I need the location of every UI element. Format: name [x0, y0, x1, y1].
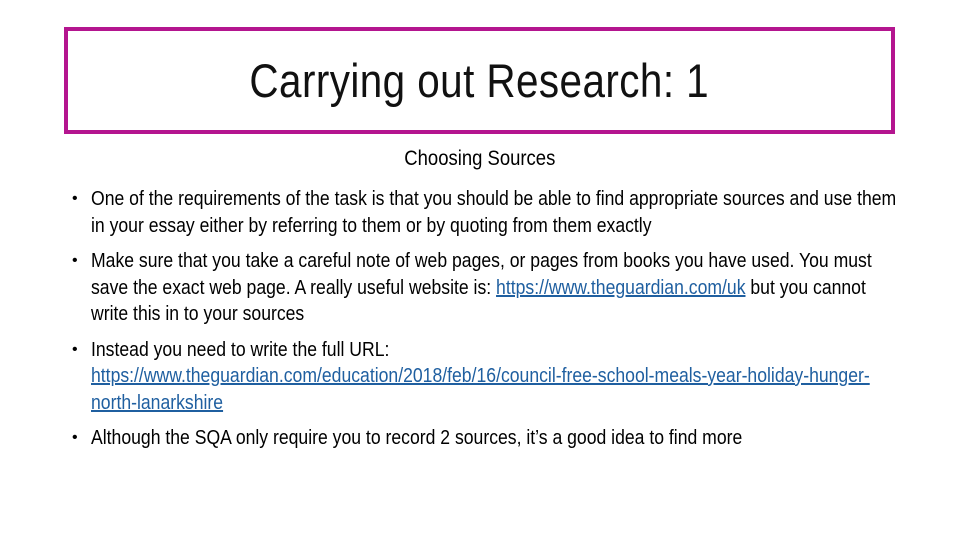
- bullet-dot-icon: •: [72, 252, 78, 269]
- bullet-item: • Make sure that you take a careful note…: [70, 248, 900, 328]
- bullet-text-part: Although the SQA only require you to rec…: [91, 427, 743, 449]
- bullet-list: • One of the requirements of the task is…: [70, 186, 900, 461]
- bullet-text-part: Instead you need to write the full URL:: [91, 338, 390, 361]
- bullet-dot-icon: •: [72, 190, 78, 207]
- bullet-text: Instead you need to write the full URL: …: [91, 337, 900, 417]
- slide-subtitle: Choosing Sources: [0, 147, 960, 171]
- bullet-text: Although the SQA only require you to rec…: [91, 425, 900, 452]
- bullet-dot-icon: •: [72, 429, 78, 446]
- bullet-text-part: One of the requirements of the task is t…: [91, 188, 897, 237]
- bullet-text: Make sure that you take a careful note o…: [91, 248, 900, 328]
- bullet-item: • One of the requirements of the task is…: [70, 186, 900, 239]
- bullet-item: • Although the SQA only require you to r…: [70, 425, 900, 452]
- title-box: Carrying out Research: 1: [64, 27, 895, 134]
- subtitle-text: Choosing Sources: [404, 147, 556, 170]
- bullet-text: One of the requirements of the task is t…: [91, 186, 900, 239]
- guardian-article-link[interactable]: https://www.theguardian.com/education/20…: [91, 365, 870, 414]
- bullet-dot-icon: •: [72, 340, 78, 358]
- guardian-home-link[interactable]: https://www.theguardian.com/uk: [496, 277, 745, 299]
- slide-title: Carrying out Research: 1: [249, 54, 710, 107]
- bullet-item: • Instead you need to write the full URL…: [70, 337, 900, 417]
